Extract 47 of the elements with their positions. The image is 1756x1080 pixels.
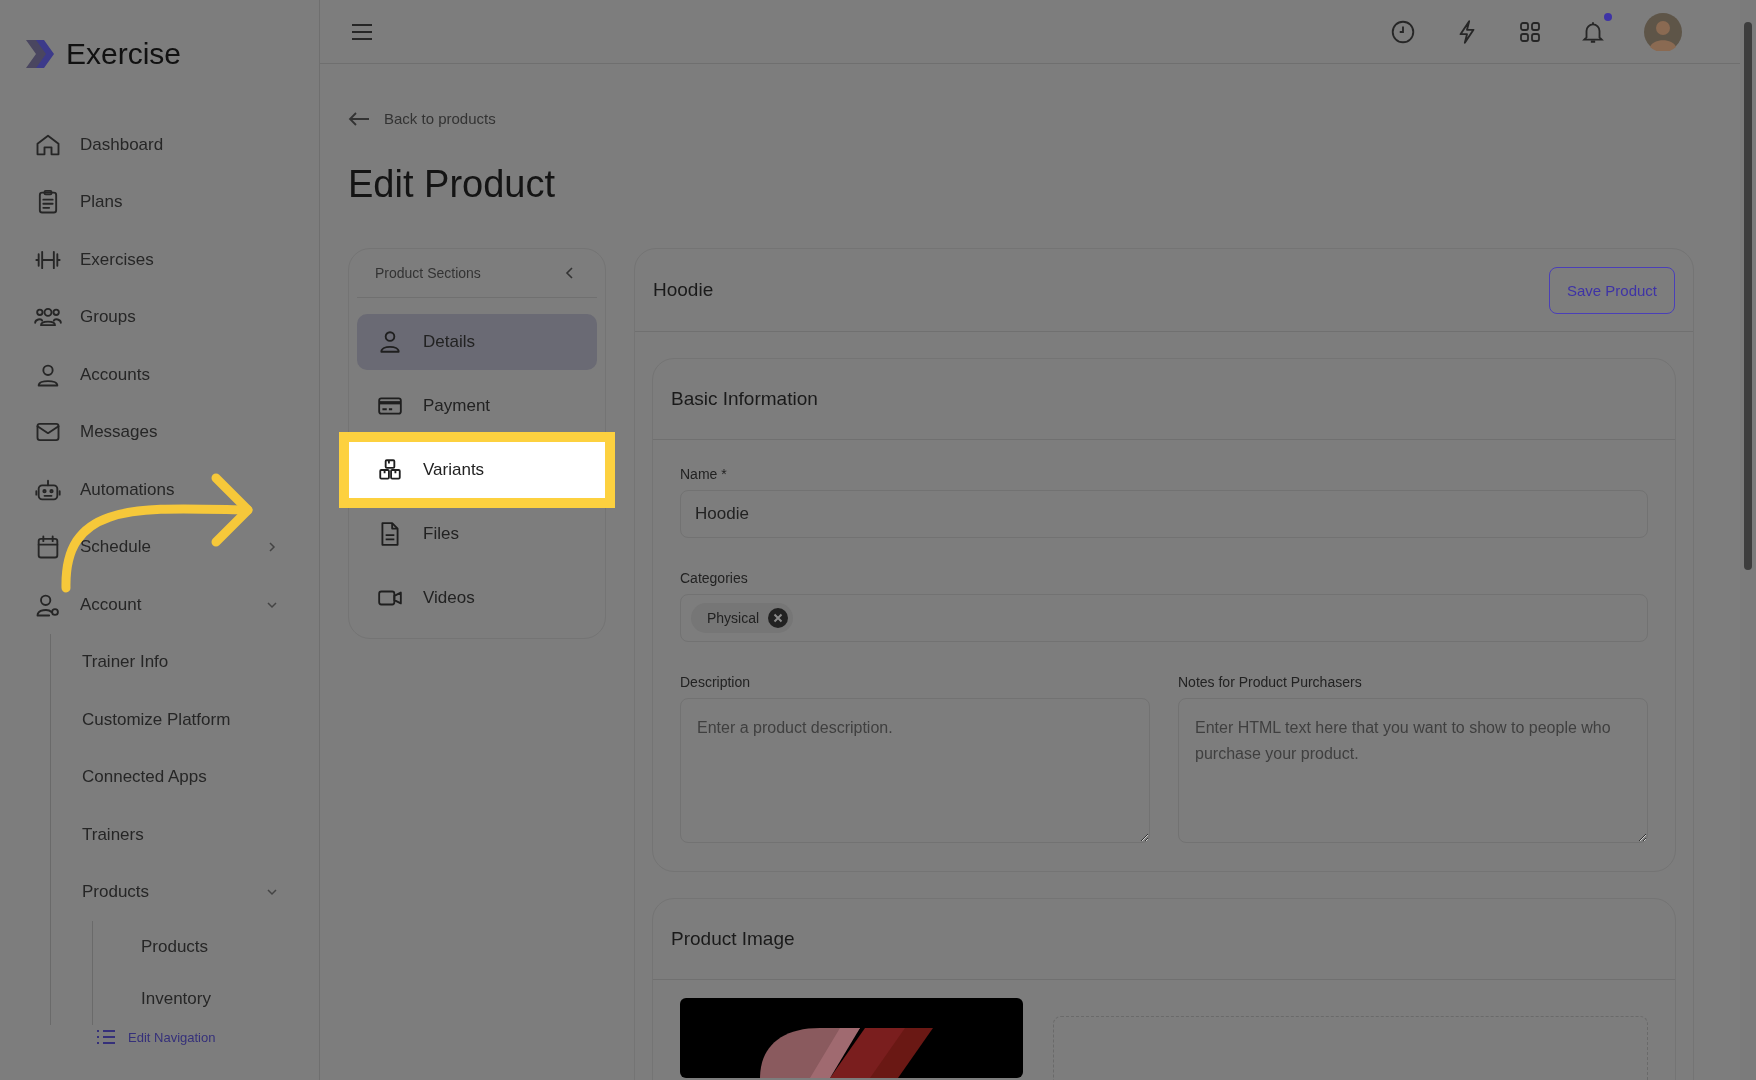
edit-navigation-link[interactable]: Edit Navigation bbox=[96, 1029, 216, 1045]
save-product-button[interactable]: Save Product bbox=[1548, 266, 1675, 314]
list-icon bbox=[96, 1029, 116, 1045]
sidebar-item[interactable]: Products bbox=[82, 863, 319, 921]
sidebar-item[interactable]: Trainers bbox=[82, 806, 319, 864]
section-item[interactable]: Variants bbox=[349, 442, 605, 498]
menu-icon[interactable] bbox=[350, 21, 374, 42]
tag-label: Physical bbox=[707, 610, 760, 626]
name-field[interactable]: Hoodie bbox=[680, 490, 1648, 538]
sidebar-item[interactable]: Groups bbox=[34, 288, 319, 346]
section-item[interactable]: Details bbox=[357, 314, 597, 370]
apps-grid-icon[interactable] bbox=[1518, 19, 1542, 44]
sidebar-item[interactable]: Plans bbox=[34, 173, 319, 231]
field-label: Description bbox=[680, 674, 752, 690]
back-link[interactable]: Back to products bbox=[348, 110, 496, 127]
back-arrow-icon bbox=[348, 110, 370, 127]
boxes-icon bbox=[377, 457, 403, 483]
product-title: Hoodie bbox=[653, 279, 714, 301]
section-title: Basic Information bbox=[671, 388, 818, 410]
sidebar-item[interactable]: Account bbox=[34, 576, 319, 634]
description-field[interactable]: Enter a product description. bbox=[680, 698, 1150, 843]
sidebar-item[interactable]: Messages bbox=[34, 403, 319, 461]
field-label: Name * bbox=[680, 466, 728, 482]
field-label: Categories bbox=[680, 570, 749, 586]
section-item[interactable]: Payment bbox=[357, 378, 597, 434]
app-name: Exercise bbox=[66, 37, 182, 71]
sidebar-item[interactable]: Connected Apps bbox=[82, 748, 319, 806]
section-item[interactable]: Videos bbox=[357, 570, 597, 626]
sidebar-item[interactable]: Automations bbox=[34, 461, 319, 519]
sidebar-item[interactable]: Schedule bbox=[34, 518, 319, 576]
panel-title: Product Sections bbox=[375, 265, 481, 281]
sidebar-item[interactable]: Accounts bbox=[34, 346, 319, 404]
sidebar-item[interactable]: Products bbox=[141, 921, 319, 973]
sidebar-item[interactable]: Customize Platform bbox=[82, 691, 319, 749]
section-item[interactable]: Files bbox=[357, 506, 597, 562]
clock-icon[interactable] bbox=[1390, 18, 1416, 45]
notes-field[interactable]: Enter HTML text here that you want to show to people who purchase your product. bbox=[1178, 698, 1648, 843]
field-label: Notes for Product Purchasers bbox=[1178, 674, 1363, 690]
person-icon bbox=[377, 329, 403, 355]
page-title: Edit Product bbox=[348, 163, 556, 206]
sidebar-item[interactable]: Trainer Info bbox=[82, 633, 319, 691]
categories-field[interactable]: Physical bbox=[680, 594, 1648, 642]
section-title: Product Image bbox=[671, 928, 795, 950]
remove-icon[interactable] bbox=[767, 607, 790, 629]
sidebar-item[interactable]: Inventory bbox=[141, 973, 319, 1025]
sidebar-item[interactable]: Exercises bbox=[34, 231, 319, 289]
sidebar-item[interactable]: Dashboard bbox=[34, 116, 319, 174]
